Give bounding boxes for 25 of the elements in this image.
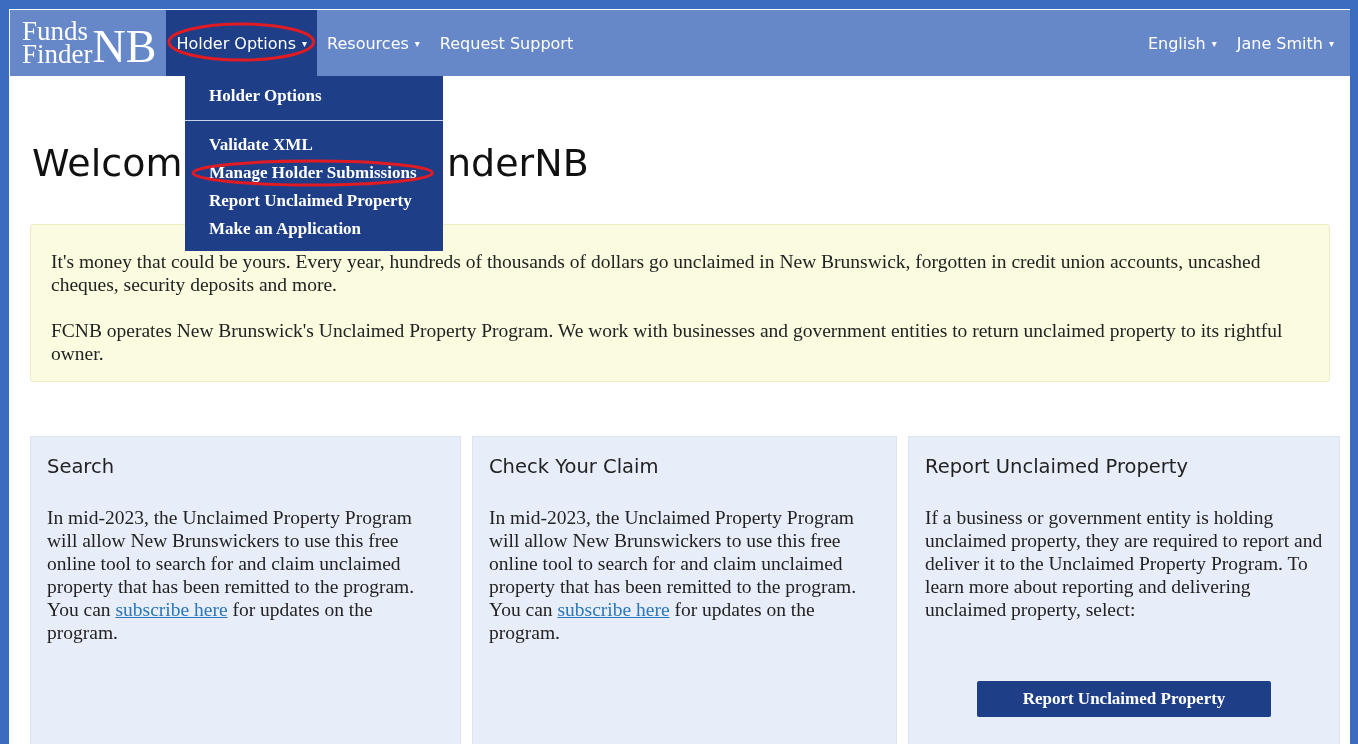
dropdown-item[interactable]: Make an Application: [188, 215, 383, 243]
card-title: Report Unclaimed Property: [925, 455, 1190, 478]
subscribe-link[interactable]: subscribe here: [557, 599, 670, 620]
card-text: If a business or government entity is holding unclaimed property, they are required to report and deliver it to the Unclaimed Property Program. To learn more about reporting and delivering unclaimed property, select:: [925, 506, 1323, 621]
card-title: Search: [47, 455, 115, 478]
dropdown-item[interactable]: Report Unclaimed Property: [188, 187, 433, 215]
notice-paragraph: FCNB operates New Brunswick's Unclaimed Property Program. We work with businesses and government entities to return unclaimed property to its rightful owner.: [51, 319, 1284, 365]
logo-text: Finder: [22, 43, 93, 66]
card-text: In mid-2023, the Unclaimed Property Program will allow New Brunswickers to use this free online tool to search for and claim unclaimed property that has been remitted to the program. You can subscribe here for updates on the program.: [47, 506, 416, 644]
page-heading: Welcom: [32, 140, 184, 186]
nav-menu-item[interactable]: Jane Smith ▾: [1226, 10, 1344, 76]
nav-menu-item[interactable]: Request Support: [429, 10, 584, 76]
nav-menu-item[interactable]: Resources ▾: [317, 10, 430, 76]
report-button[interactable]: Report Unclaimed Property: [976, 681, 1272, 717]
card-title: Check Your Claim: [489, 455, 660, 478]
nav-menu-item[interactable]: Holder Options ▾: [166, 10, 318, 76]
card-text: In mid-2023, the Unclaimed Property Program will allow New Brunswickers to use this free online tool to search for and claim unclaimed property that has been remitted to the program. You can subscribe here for updates on the program.: [489, 506, 858, 644]
dropdown-item[interactable]: Validate XML: [188, 131, 334, 159]
dropdown-header[interactable]: Holder Options: [185, 76, 443, 114]
notice-paragraph: It's money that could be yours. Every year, hundreds of thousands of dollars go unclaimed in New Brunswick, forgotten in credit union accounts, uncashed cheques, security deposits and more.: [51, 250, 1262, 296]
nav-menu-item[interactable]: English ▾: [1137, 10, 1227, 76]
logo-text: NB: [92, 24, 157, 70]
logo-text: Funds: [22, 20, 89, 43]
subscribe-link[interactable]: subscribe here: [115, 599, 228, 620]
page-heading: nderNB: [447, 140, 589, 186]
